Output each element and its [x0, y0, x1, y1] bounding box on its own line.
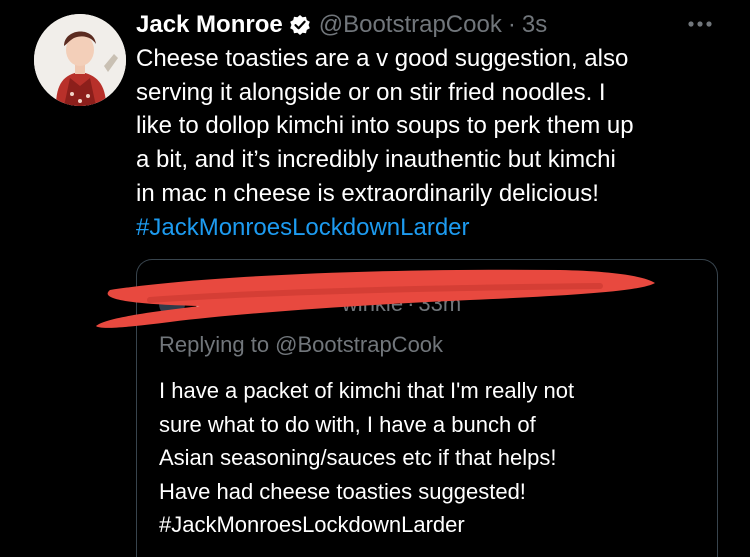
tweet[interactable]: Jack Monroe @BootstrapCook · 3s Cheese t…	[0, 0, 750, 557]
handle[interactable]: @BootstrapCook	[319, 11, 502, 39]
quoted-body-line: sure what to do with, I have a bunch of	[159, 411, 536, 437]
display-name[interactable]: Jack Monroe	[136, 11, 283, 39]
quoted-tweet[interactable]: Pe winkle · 33m Replying to @BootstrapCo…	[136, 259, 718, 557]
tweet-header: Jack Monroe @BootstrapCook · 3s	[136, 8, 547, 42]
quoted-tweet-header: Pe winkle · 33m	[159, 290, 461, 318]
more-options-icon[interactable]	[680, 12, 720, 36]
hashtag-link[interactable]: #JackMonroesLockdownLarder	[136, 211, 726, 245]
quoted-avatar[interactable]	[159, 291, 185, 317]
quoted-body-line: I have a packet of kimchi that I'm reall…	[159, 378, 575, 403]
avatar[interactable]	[34, 14, 126, 106]
tweet-body-line: like to dollop kimchi into soups to perk…	[136, 112, 634, 140]
tweet-body-line: serving it alongside or on stir fried no…	[136, 78, 606, 106]
tweet-body: Cheese toasties are a v good suggestion,…	[136, 42, 726, 244]
quoted-handle[interactable]: winkle	[342, 291, 403, 317]
quoted-body-line: Asian seasoning/sauces etc if that helps…	[159, 445, 557, 470]
verified-badge-icon	[289, 14, 311, 36]
timestamp[interactable]: 3s	[522, 11, 547, 39]
quoted-tweet-body: I have a packet of kimchi that I'm reall…	[159, 374, 709, 542]
tweet-body-line: a bit, and it’s incredibly inauthentic b…	[136, 146, 616, 174]
replying-to[interactable]: Replying to @BootstrapCook	[159, 332, 443, 358]
quoted-timestamp[interactable]: 33m	[418, 291, 461, 317]
separator-dot: ·	[507, 11, 516, 38]
quoted-body-line: Have had cheese toasties suggested!	[159, 478, 526, 504]
tweet-body-line: in mac n cheese is extraordinarily delic…	[136, 179, 599, 207]
quoted-display-name[interactable]: Pe	[195, 291, 222, 317]
quoted-body-line: #JackMonroesLockdownLarder	[159, 512, 465, 537]
tweet-body-line: Cheese toasties are a v good suggestion,…	[136, 45, 629, 72]
quoted-separator-dot: ·	[407, 291, 415, 316]
